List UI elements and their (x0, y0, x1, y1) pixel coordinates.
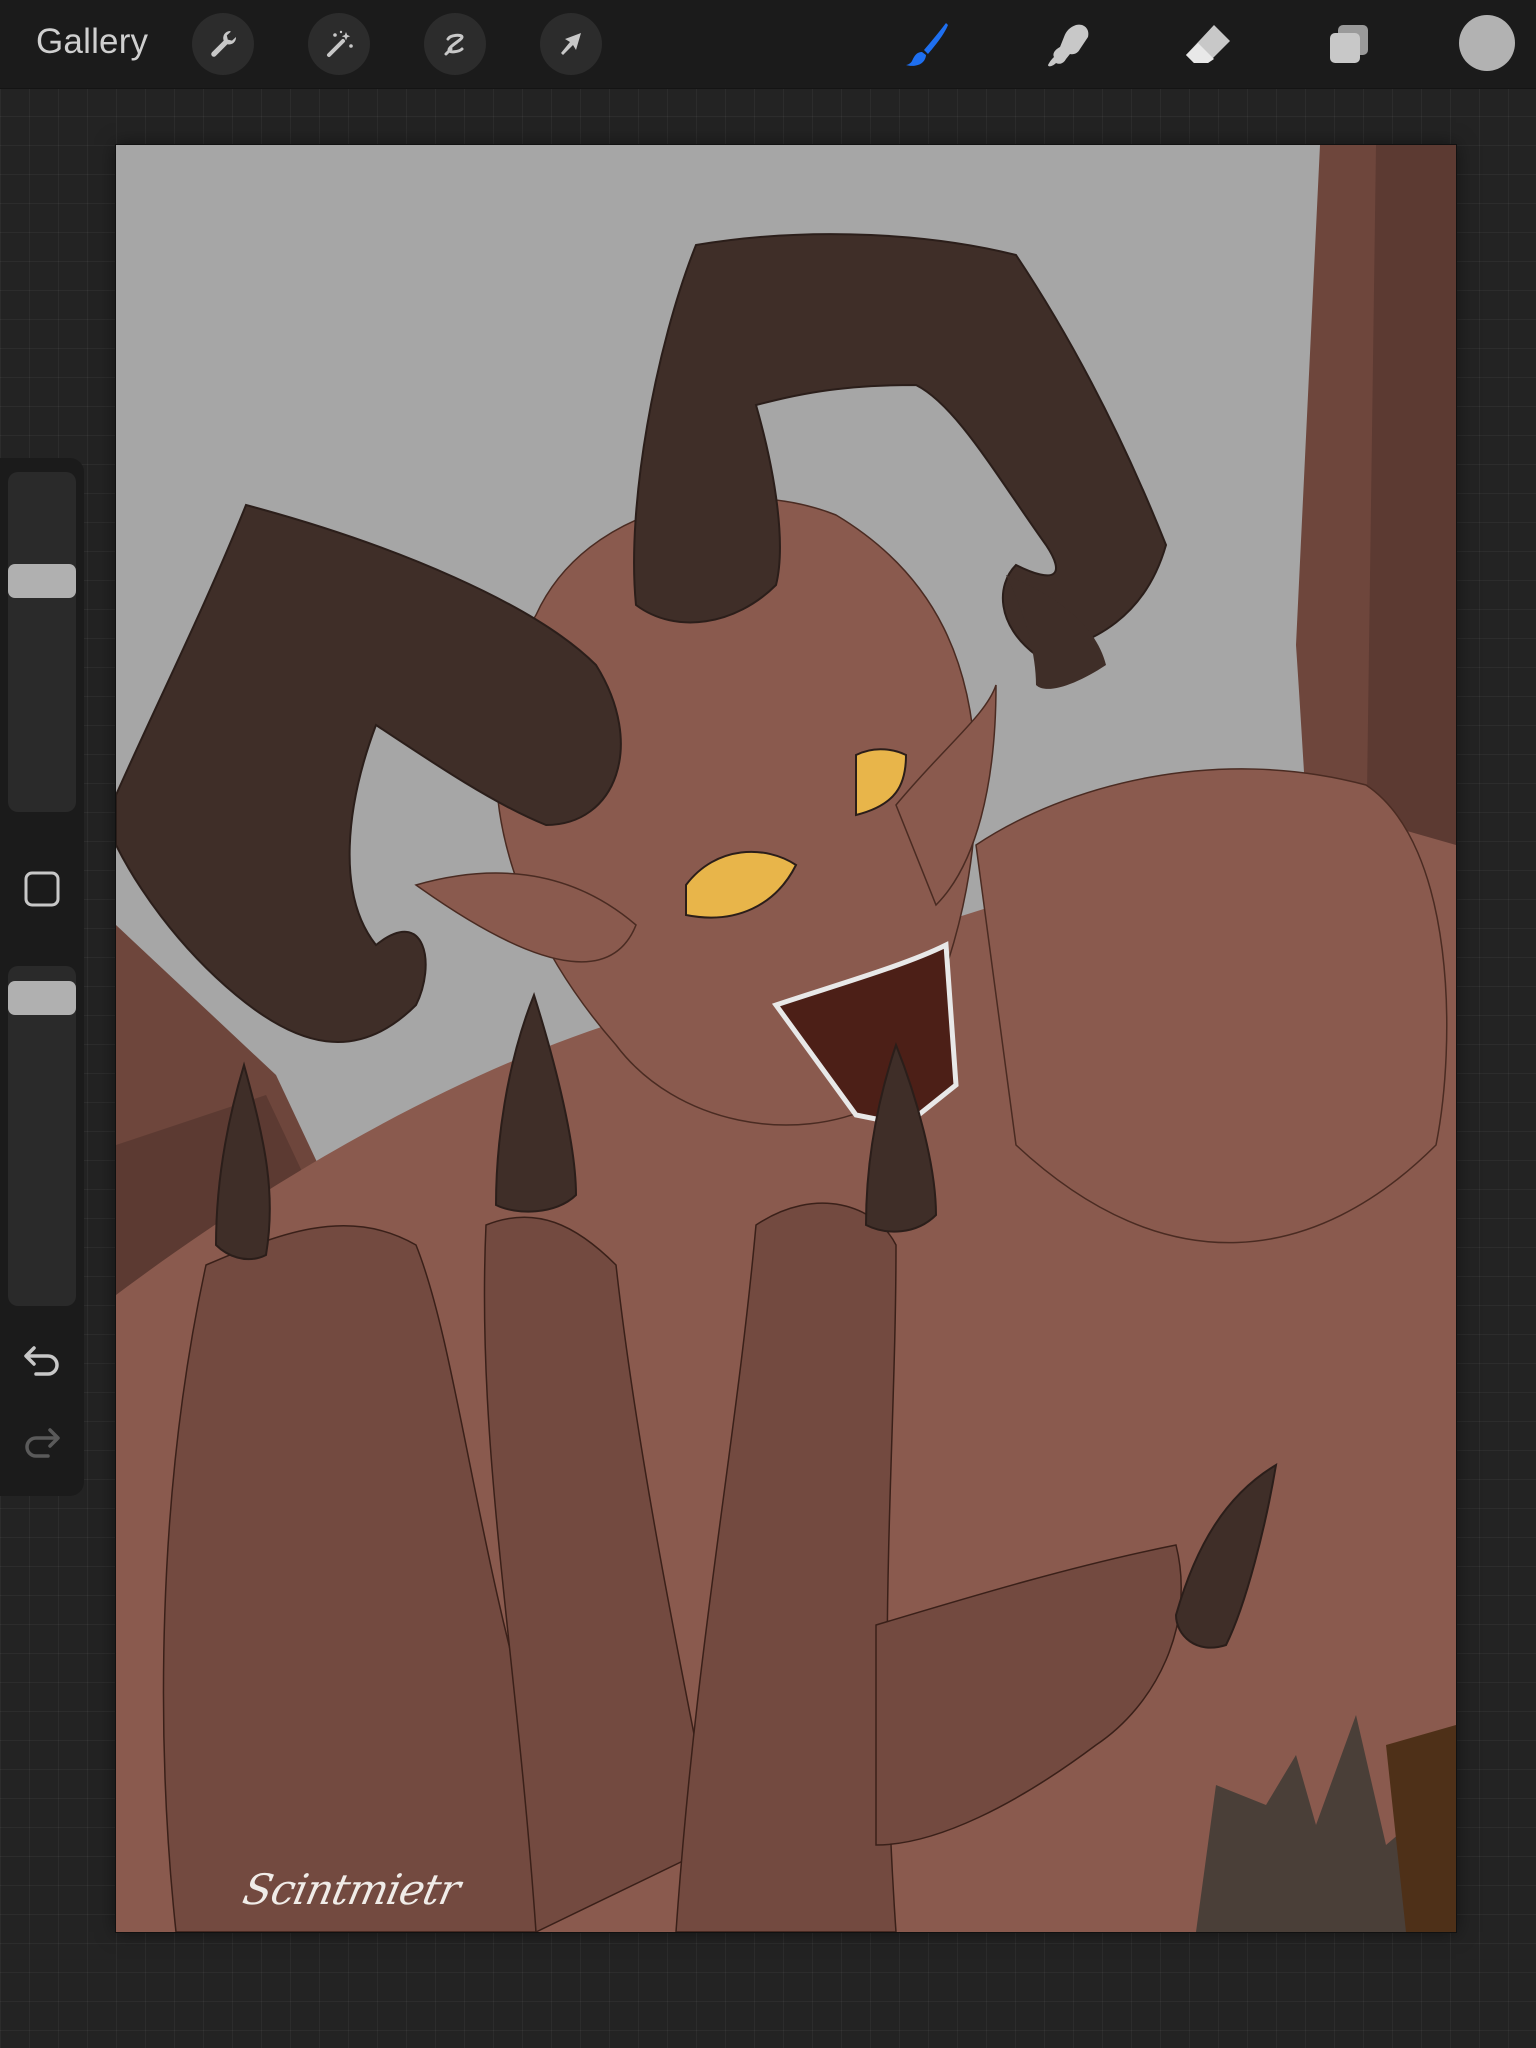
brush-size-slider[interactable] (8, 472, 76, 812)
arrow-cursor-icon (561, 33, 581, 55)
redo-button[interactable] (20, 1420, 64, 1464)
brush-tool[interactable] (896, 13, 960, 77)
brush-icon (906, 23, 948, 66)
layers-icon (1330, 25, 1368, 63)
eraser-icon (1186, 25, 1230, 63)
undo-icon (24, 1346, 59, 1376)
left-sidebar (0, 458, 84, 1496)
demon-artwork (116, 145, 1456, 1932)
gallery-button[interactable]: Gallery (36, 22, 148, 62)
selection-button[interactable] (424, 13, 486, 75)
modify-button[interactable] (21, 868, 63, 910)
adjustments-button[interactable] (308, 13, 370, 75)
transform-button[interactable] (540, 13, 602, 75)
left-horn (116, 503, 622, 1043)
artist-signature: Scintmietr (238, 1865, 464, 1914)
redo-icon (25, 1428, 60, 1458)
drawing-canvas[interactable]: Scintmietr (116, 145, 1456, 1932)
layers-tool[interactable] (1316, 13, 1380, 77)
actions-button[interactable] (192, 13, 254, 75)
undo-button[interactable] (20, 1338, 64, 1382)
wrench-icon (211, 31, 237, 57)
smudge-tool[interactable] (1036, 13, 1100, 77)
top-toolbar: Gallery (0, 0, 1536, 89)
opacity-slider[interactable] (8, 966, 76, 1306)
selection-s-icon (444, 33, 464, 56)
brush-size-thumb[interactable] (8, 564, 76, 598)
magic-wand-icon (327, 30, 353, 57)
smudge-finger-icon (1048, 24, 1089, 67)
eraser-tool[interactable] (1176, 13, 1240, 77)
opacity-thumb[interactable] (8, 981, 76, 1015)
square-icon (24, 871, 60, 907)
color-picker-button[interactable] (1459, 15, 1515, 71)
claw-2 (494, 992, 578, 1213)
